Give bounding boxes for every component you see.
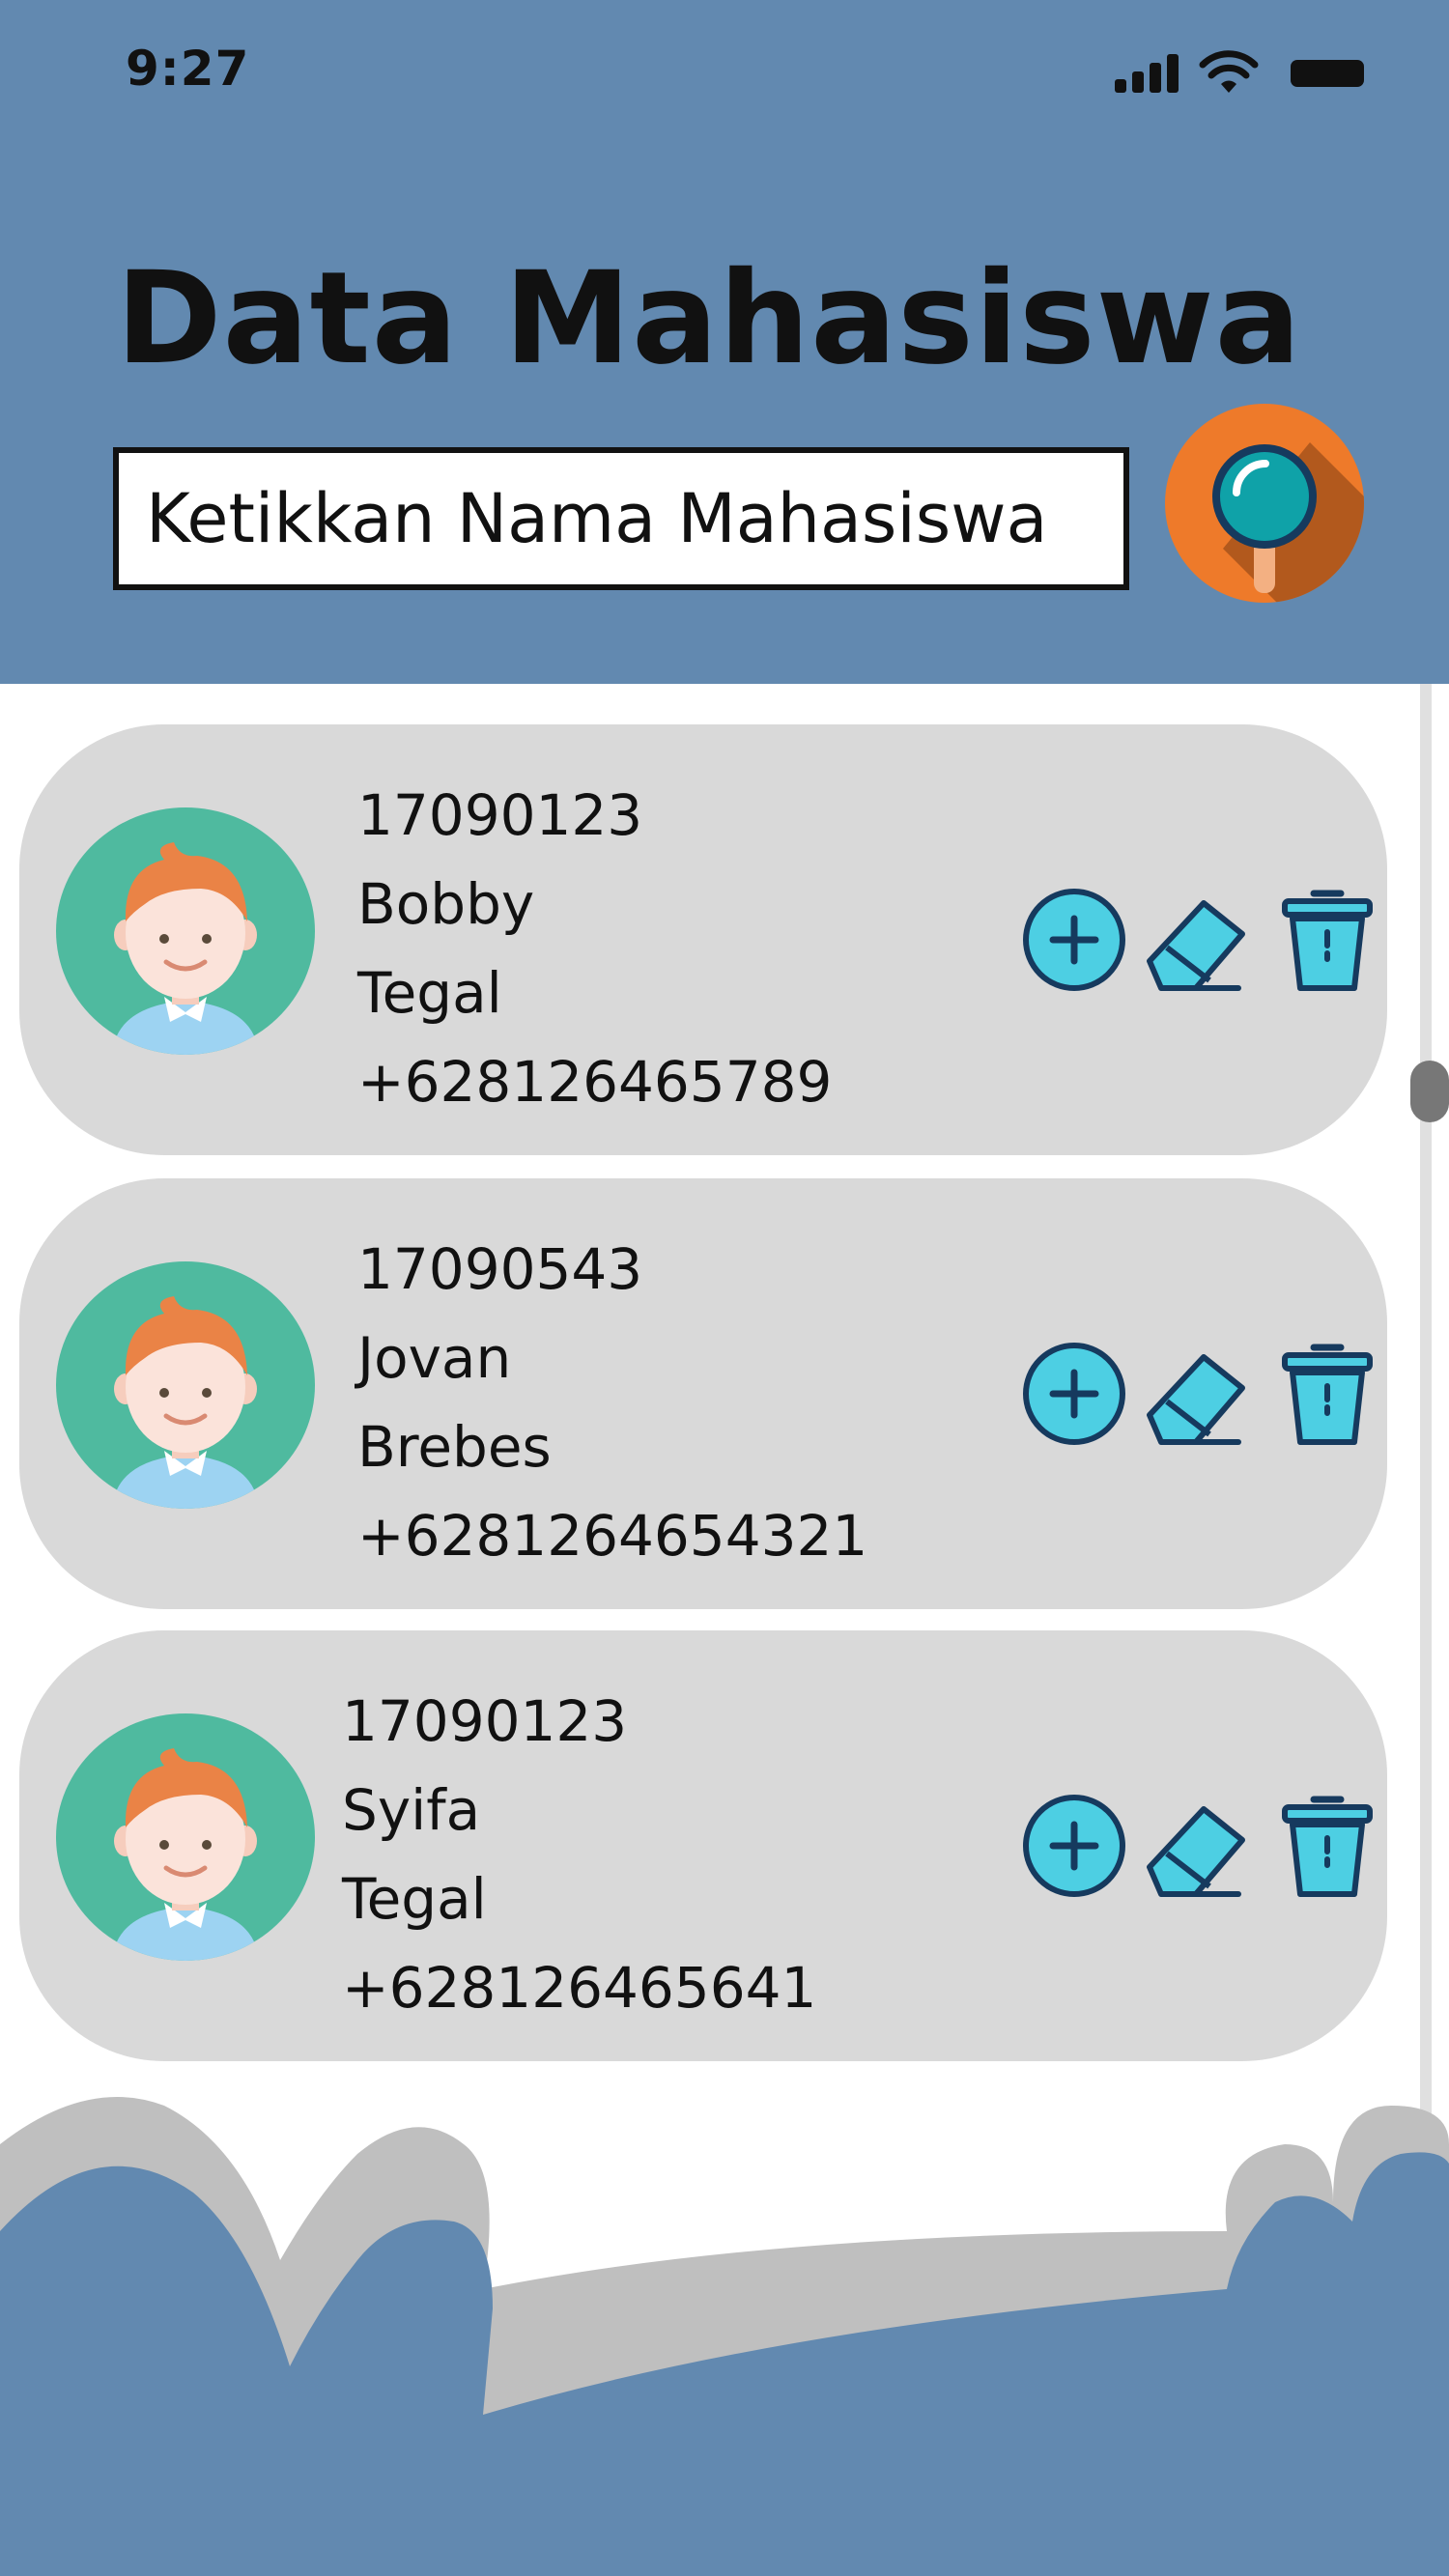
status-icons (1115, 50, 1364, 93)
delete-trash-icon (1282, 890, 1373, 991)
delete-trash-icon (1282, 1344, 1373, 1445)
student-card[interactable]: 17090123 Syifa Tegal +628126465641 (19, 1630, 1387, 2061)
avatar (56, 807, 315, 1055)
student-nim: 17090123 (342, 1688, 628, 1754)
row-actions (1018, 884, 1385, 996)
student-info: 17090123 Syifa Tegal +628126465641 (342, 1677, 816, 2032)
avatar (56, 1261, 315, 1509)
student-card[interactable]: 17090123 Bobby Tegal +628126465789 (19, 724, 1387, 1155)
student-phone: +6281264654321 (357, 1503, 868, 1569)
scrollbar-track[interactable] (1420, 684, 1432, 2123)
search-box (113, 447, 1129, 590)
signal-icon (1115, 54, 1179, 93)
avatar (56, 1713, 315, 1961)
student-name: Jovan (357, 1325, 512, 1391)
search-input[interactable] (119, 453, 1123, 584)
student-name: Syifa (342, 1777, 481, 1843)
edit-button[interactable] (1142, 1338, 1254, 1450)
student-phone: +628126465641 (342, 1955, 817, 2021)
student-card[interactable]: 17090543 Jovan Brebes +6281264654321 (19, 1178, 1387, 1609)
wifi-icon (1199, 50, 1259, 93)
row-actions (1018, 1338, 1385, 1450)
battery-icon (1291, 60, 1364, 87)
add-button[interactable] (1018, 1338, 1130, 1450)
footer-wave-decoration (0, 2097, 1449, 2576)
add-icon (1023, 1343, 1125, 1445)
edit-button[interactable] (1142, 1790, 1254, 1902)
delete-button[interactable] (1271, 884, 1383, 996)
magnifier-icon (1212, 442, 1364, 603)
student-city: Tegal (342, 1866, 487, 1932)
delete-button[interactable] (1271, 1790, 1383, 1902)
student-info: 17090543 Jovan Brebes +6281264654321 (357, 1225, 867, 1580)
student-nim: 17090543 (357, 1236, 643, 1302)
search-button[interactable] (1165, 404, 1364, 603)
student-city: Brebes (357, 1414, 552, 1480)
edit-button[interactable] (1142, 884, 1254, 996)
edit-eraser-icon (1147, 900, 1245, 991)
add-button[interactable] (1018, 884, 1130, 996)
student-phone: +628126465789 (357, 1049, 833, 1115)
student-name: Bobby (357, 871, 535, 937)
edit-eraser-icon (1147, 1806, 1245, 1897)
add-icon (1023, 1795, 1125, 1897)
add-icon (1023, 889, 1125, 991)
student-city: Tegal (357, 960, 502, 1026)
edit-eraser-icon (1147, 1354, 1245, 1445)
student-nim: 17090123 (357, 782, 643, 848)
page-title: Data Mahasiswa (116, 244, 1302, 393)
add-button[interactable] (1018, 1790, 1130, 1902)
delete-button[interactable] (1271, 1338, 1383, 1450)
delete-trash-icon (1282, 1796, 1373, 1897)
app-header: 9:27 Data Mahasiswa (0, 0, 1449, 684)
row-actions (1018, 1790, 1385, 1902)
status-time: 9:27 (126, 41, 250, 97)
student-info: 17090123 Bobby Tegal +628126465789 (357, 771, 832, 1126)
scrollbar-thumb[interactable] (1410, 1061, 1449, 1122)
